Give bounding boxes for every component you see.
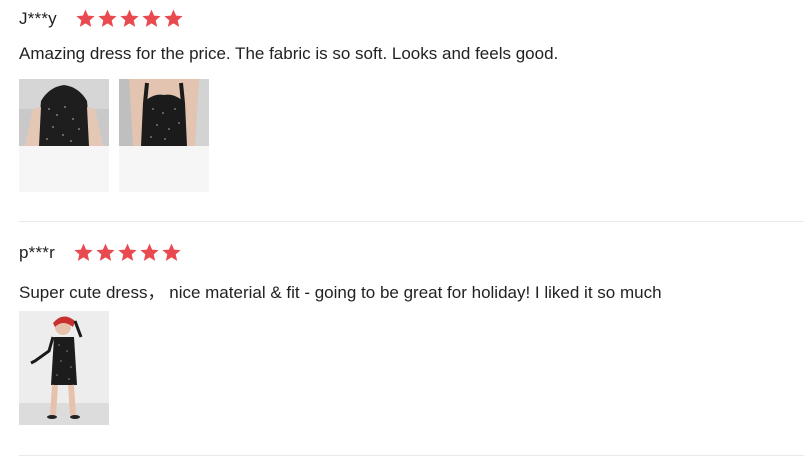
review-text: Super cute dress， nice material & fit - … <box>19 283 662 302</box>
star-icon <box>162 243 181 261</box>
reviewer-name: J***y <box>19 8 57 28</box>
star-icon <box>118 243 137 261</box>
star-icon <box>164 9 183 27</box>
reviewer-name: p***r <box>19 242 55 262</box>
star-rating <box>73 242 183 263</box>
star-icon <box>142 9 161 27</box>
star-icon <box>74 243 93 261</box>
review-photo-thumbnail[interactable] <box>119 79 209 192</box>
star-icon <box>120 9 139 27</box>
photo-image <box>119 79 209 192</box>
star-icon <box>76 9 95 27</box>
review-photo-thumbnail[interactable] <box>19 311 109 425</box>
photo-image <box>19 79 109 192</box>
review-text: Amazing dress for the price. The fabric … <box>19 44 559 63</box>
review-item: p***r Super cute dress， nice material & … <box>0 222 804 456</box>
star-icon <box>140 243 159 261</box>
review-photo-thumbnail[interactable] <box>19 79 109 192</box>
star-rating <box>75 8 185 29</box>
review-header: p***r <box>19 242 183 263</box>
review-item: J***y Amazing dress for the price. The f… <box>0 0 804 222</box>
star-icon <box>96 243 115 261</box>
review-divider <box>19 455 804 456</box>
star-icon <box>98 9 117 27</box>
review-header: J***y <box>19 8 185 29</box>
photo-image <box>19 311 109 425</box>
